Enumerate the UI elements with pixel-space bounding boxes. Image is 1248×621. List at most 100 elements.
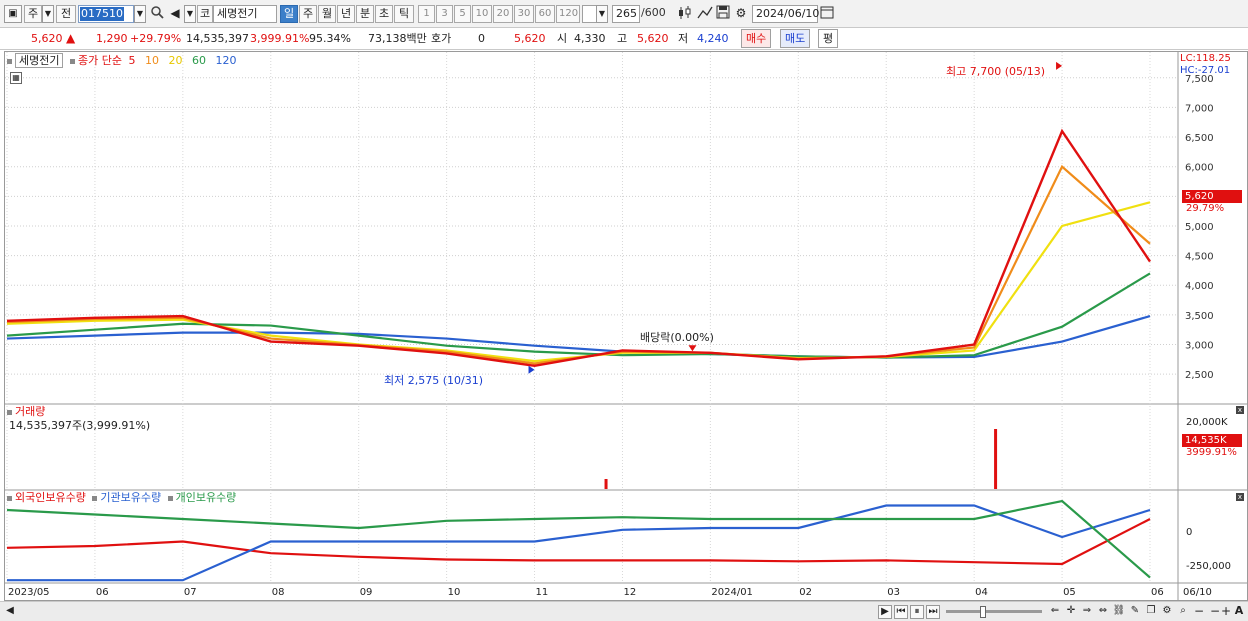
calendar-icon[interactable] (818, 5, 836, 23)
legend-individual[interactable]: 개인보유수량 (176, 491, 237, 504)
legend-stock-name[interactable]: 세명전기 (15, 53, 64, 68)
period-day[interactable]: 일 (280, 5, 298, 23)
dividend-annotation: 배당락(0.00%) (640, 331, 714, 344)
high-label: 고 (617, 32, 628, 45)
x-tick-label: 04 (975, 587, 988, 598)
interval-120[interactable]: 120 (556, 5, 580, 23)
current-price: 5,620 (31, 32, 63, 45)
open-price: 4,330 (574, 32, 606, 45)
zoom-in-icon[interactable]: + (1220, 605, 1232, 619)
x-tick-label: 06/10 (1183, 587, 1212, 598)
arrow-right-icon[interactable]: ⇒ (1080, 605, 1094, 619)
date-input[interactable]: 2024/06/10 (752, 5, 819, 23)
close-icon[interactable]: x (1236, 406, 1244, 414)
settings-icon[interactable]: ⚙ (1160, 605, 1174, 619)
period-tick[interactable]: 틱 (394, 5, 414, 23)
legend-marker (7, 495, 12, 501)
stock-code-value: 017510 (80, 7, 124, 21)
x-tick-label: 05 (1063, 587, 1076, 598)
high-arrow-icon (1056, 61, 1063, 70)
volume-title[interactable]: 거래량 (15, 405, 45, 418)
kosdaq-button[interactable]: 코 (197, 5, 213, 23)
period-month[interactable]: 월 (318, 5, 336, 23)
chevron-down-icon[interactable]: ▼ (596, 5, 608, 23)
link-icon[interactable]: ⛓ (1112, 605, 1126, 619)
price-change-pct: +29.79% (130, 32, 182, 45)
pause-icon[interactable]: ⏸ (910, 605, 924, 619)
period-week[interactable]: 주 (299, 5, 317, 23)
legend-ma-5[interactable]: 5 (128, 54, 135, 67)
legend-marker (69, 58, 75, 64)
legend-marker (92, 495, 98, 501)
crosshair-icon[interactable]: ✛ (1064, 605, 1078, 619)
window-menu-icon[interactable]: ▣ (4, 5, 22, 23)
candle-chart-icon[interactable] (676, 5, 694, 23)
interval-10[interactable]: 10 (472, 5, 492, 23)
volume-current-tag: 14,535K (1182, 434, 1242, 447)
speaker-icon[interactable]: ◀ (166, 5, 184, 23)
stock-code-input[interactable]: 017510 (78, 5, 134, 23)
current-pct-tag: 29.79% (1186, 203, 1225, 214)
chart-svg: 7,5007,0006,5006,0005,5005,0004,5004,000… (5, 52, 1247, 600)
search-icon[interactable]: ⌕ (1176, 605, 1190, 619)
draw-line-icon[interactable] (696, 5, 714, 23)
edit-icon[interactable]: ✎ (1128, 605, 1142, 619)
interval-5[interactable]: 5 (454, 5, 471, 23)
period-year[interactable]: 년 (337, 5, 355, 23)
gear-icon[interactable]: ⚙ (732, 5, 750, 23)
chevron-down-icon[interactable]: ▼ (42, 5, 54, 23)
arrow-left-icon[interactable]: ⇐ (1048, 605, 1062, 619)
play-icon[interactable]: ▶ (878, 605, 892, 619)
zoom-slider[interactable] (946, 610, 1042, 613)
chevron-down-icon[interactable]: ▼ (184, 5, 196, 23)
close-icon[interactable]: x (1236, 493, 1244, 501)
font-size-icon[interactable]: A (1233, 605, 1245, 619)
x-tick-label: 07 (184, 587, 197, 598)
legend-ma-120[interactable]: 120 (215, 54, 236, 67)
price-y-tick: 3,000 (1185, 341, 1214, 352)
market-select[interactable]: 주 (24, 5, 42, 23)
hoga-label: 호가 (431, 32, 452, 45)
price-y-tick: 4,500 (1185, 252, 1214, 263)
legend-foreign[interactable]: 외국인보유수량 (15, 491, 86, 504)
chart-area[interactable]: 7,5007,0006,5006,0005,5005,0004,5004,000… (4, 51, 1248, 601)
volume-readout: 14,535,397주(3,999.91%) (9, 419, 151, 432)
interval-60[interactable]: 60 (535, 5, 555, 23)
count-input[interactable]: 265 (612, 5, 640, 23)
chevron-down-icon[interactable]: ▼ (134, 5, 146, 23)
price-y-tick: 6,500 (1185, 133, 1214, 144)
open-label: 시 (557, 32, 568, 45)
scroll-left-arrow-icon[interactable]: ◀ (4, 605, 16, 619)
eval-button[interactable]: 평 (818, 29, 839, 48)
hoga-value: 0 (478, 32, 485, 45)
prev-button[interactable]: 전 (56, 5, 76, 23)
save-icon[interactable] (714, 5, 732, 23)
legend-ma-label[interactable]: 종가 단순 (78, 54, 122, 67)
hc-value: HC:-27.01 (1180, 65, 1231, 76)
x-tick-label: 12 (623, 587, 636, 598)
legend-institution[interactable]: 기관보유수량 (100, 491, 161, 504)
zoom-slider-handle[interactable] (980, 606, 986, 618)
period-second[interactable]: 초 (375, 5, 393, 23)
legend-ma-10[interactable]: 10 (145, 54, 159, 67)
interval-3[interactable]: 3 (436, 5, 453, 23)
interval-30[interactable]: 30 (514, 5, 534, 23)
fit-icon[interactable]: ⇔ (1096, 605, 1110, 619)
volume-pct: 3,999.91% (250, 32, 310, 45)
period-minute[interactable]: 분 (356, 5, 374, 23)
table-icon[interactable]: ▦ (10, 72, 22, 84)
fast-forward-icon[interactable]: ⏭ (926, 605, 940, 619)
interval-1[interactable]: 1 (418, 5, 435, 23)
volume-legend: 거래량 (7, 405, 45, 419)
sell-button[interactable]: 매도 (780, 29, 811, 48)
search-icon[interactable] (148, 5, 166, 23)
rewind-icon[interactable]: ⏮ (894, 605, 908, 619)
x-tick-label: 09 (360, 587, 373, 598)
zoom-out-icon[interactable]: − (1192, 605, 1206, 619)
legend-ma-20[interactable]: 20 (168, 54, 182, 67)
buy-button[interactable]: 매수 (741, 29, 772, 48)
copy-icon[interactable]: ❐ (1144, 605, 1158, 619)
interval-20[interactable]: 20 (493, 5, 513, 23)
stock-name-field[interactable]: 세명전기 (213, 5, 277, 23)
legend-ma-60[interactable]: 60 (192, 54, 206, 67)
